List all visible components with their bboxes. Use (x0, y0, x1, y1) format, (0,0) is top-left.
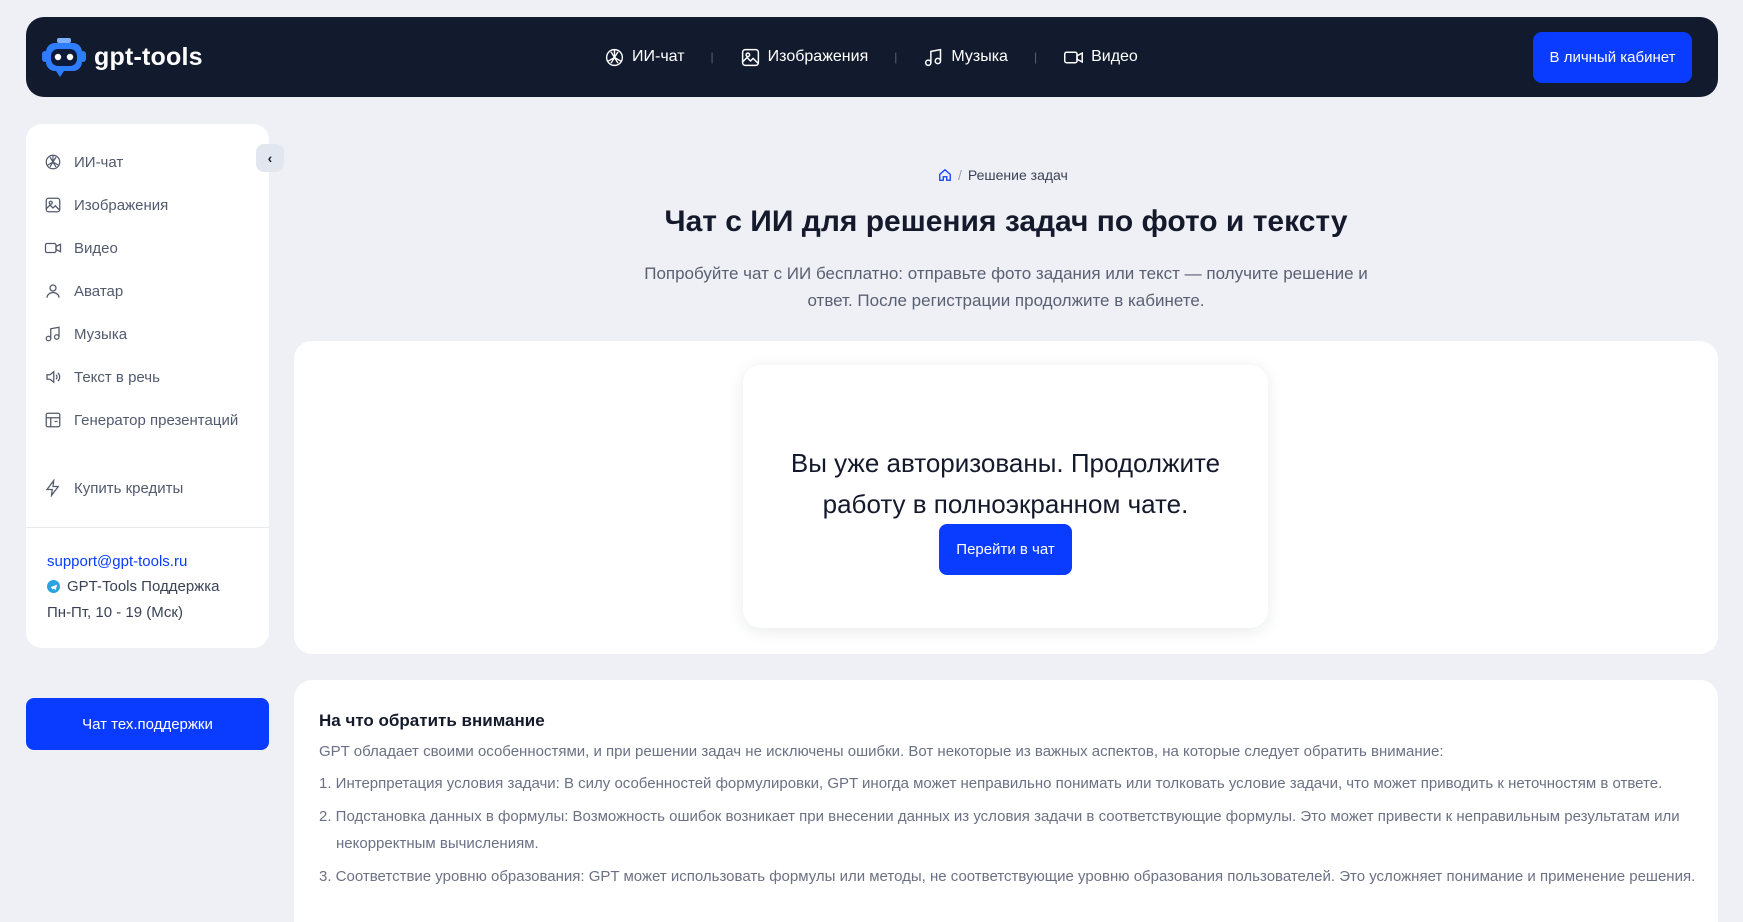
robot-logo-icon (42, 38, 86, 77)
sidebar-item-music[interactable]: Музыка (44, 325, 127, 343)
sidebar-item-label: Музыка (74, 325, 128, 343)
cabinet-button[interactable]: В личный кабинет (1533, 32, 1692, 83)
music-icon (45, 326, 60, 342)
user-icon (46, 284, 60, 298)
support-telegram-link[interactable]: GPT-Tools Поддержка (47, 578, 219, 595)
sidebar-item-images[interactable]: Изображения (44, 196, 168, 214)
sidebar-item-label: Видео (74, 239, 118, 257)
auth-message-line: работу в полноэкранном чате. (822, 489, 1189, 519)
image-icon (45, 197, 61, 213)
sidebar-item-ai-chat[interactable]: ИИ-чат (44, 153, 123, 171)
sidebar-collapse-button[interactable]: ‹ (256, 144, 284, 172)
chevron-left-icon: ‹ (267, 150, 273, 166)
openai-icon (45, 154, 61, 170)
top-navbar: gpt-tools ИИ-чат | Изображения | Музыка … (26, 17, 1718, 97)
video-icon (44, 242, 62, 254)
info-list: 1. Интерпретация условия задачи: В силу … (319, 770, 1699, 896)
auth-message-line: Вы уже авторизованы. Продолжите (790, 448, 1221, 478)
nav-separator: | (710, 50, 714, 64)
list-item: 2. Подстановка данных в формулы: Возможн… (319, 808, 1680, 852)
image-icon (741, 48, 759, 66)
list-item: 3. Соответствие уровню образования: GPT … (319, 868, 1696, 885)
page-title: Чат с ИИ для решения задач по фото и тек… (664, 205, 1348, 238)
nav-label: Музыка (951, 48, 1008, 65)
nav-item-video[interactable]: Видео (1063, 47, 1138, 68)
info-title: На что обратить внимание (319, 711, 545, 730)
support-email-link[interactable]: support@gpt-tools.ru (47, 553, 187, 570)
nav-item-music[interactable]: Музыка (923, 47, 1008, 68)
breadcrumb-separator: / (958, 167, 962, 183)
nav-label: Изображения (767, 48, 869, 65)
sidebar-item-text-to-speech[interactable]: Текст в речь (44, 368, 160, 386)
lightning-icon (45, 479, 60, 497)
telegram-icon (47, 580, 60, 593)
sidebar-item-video[interactable]: Видео (44, 239, 118, 257)
home-icon[interactable] (938, 168, 952, 182)
nav-item-images[interactable]: Изображения (740, 47, 869, 68)
sidebar-item-label: Генератор презентаций (74, 411, 239, 429)
top-nav: ИИ-чат | Изображения | Музыка | Видео (604, 17, 1138, 97)
speaker-icon (46, 370, 61, 384)
breadcrumb: / Решение задач (938, 167, 1068, 183)
go-to-chat-button[interactable]: Перейти в чат (939, 524, 1072, 575)
presentation-icon (45, 412, 61, 428)
nav-label: ИИ-чат (632, 48, 685, 65)
nav-label: Видео (1091, 48, 1138, 65)
auth-card: Вы уже авторизованы. Продолжите работу в… (743, 365, 1268, 628)
sidebar-item-buy-credits[interactable]: Купить кредиты (44, 479, 183, 497)
sidebar-item-label: ИИ-чат (74, 153, 124, 171)
sidebar-item-label: Текст в речь (74, 368, 160, 386)
logo-text: gpt-tools (94, 42, 203, 71)
info-intro: GPT обладает своими особенностями, и при… (319, 743, 1444, 760)
page-subtitle: Попробуйте чат с ИИ бесплатно: отправьте… (644, 264, 1368, 310)
music-icon (925, 48, 942, 66)
auth-message: Вы уже авторизованы. Продолжите работу в… (743, 443, 1268, 525)
sidebar-item-avatar[interactable]: Аватар (44, 282, 123, 300)
openai-icon (605, 48, 624, 66)
support-hours: Пн-Пт, 10 - 19 (Мск) (47, 604, 183, 621)
logo[interactable]: gpt-tools (42, 37, 203, 77)
chat-panel: Вы уже авторизованы. Продолжите работу в… (294, 341, 1718, 654)
nav-separator: | (1033, 50, 1038, 64)
support-chat-button[interactable]: Чат тех.поддержки (26, 698, 269, 750)
sidebar-divider (26, 527, 269, 528)
sidebar: ‹ ИИ-чат Изображения Видео Аватар Музыка (26, 124, 284, 648)
sidebar-item-label: Аватар (74, 282, 124, 300)
support-telegram-label: GPT-Tools Поддержка (67, 578, 220, 595)
list-item: 1. Интерпретация условия задачи: В силу … (319, 775, 1663, 792)
nav-item-ai-chat[interactable]: ИИ-чат (604, 47, 685, 68)
info-panel: На что обратить внимание GPT обладает св… (294, 680, 1718, 922)
sidebar-item-label: Изображения (74, 196, 169, 214)
video-icon (1064, 51, 1084, 63)
breadcrumb-current: Решение задач (967, 167, 1068, 183)
sidebar-item-label: Купить кредиты (74, 479, 184, 497)
sidebar-item-presentations[interactable]: Генератор презентаций (44, 411, 238, 429)
nav-separator: | (894, 50, 898, 64)
